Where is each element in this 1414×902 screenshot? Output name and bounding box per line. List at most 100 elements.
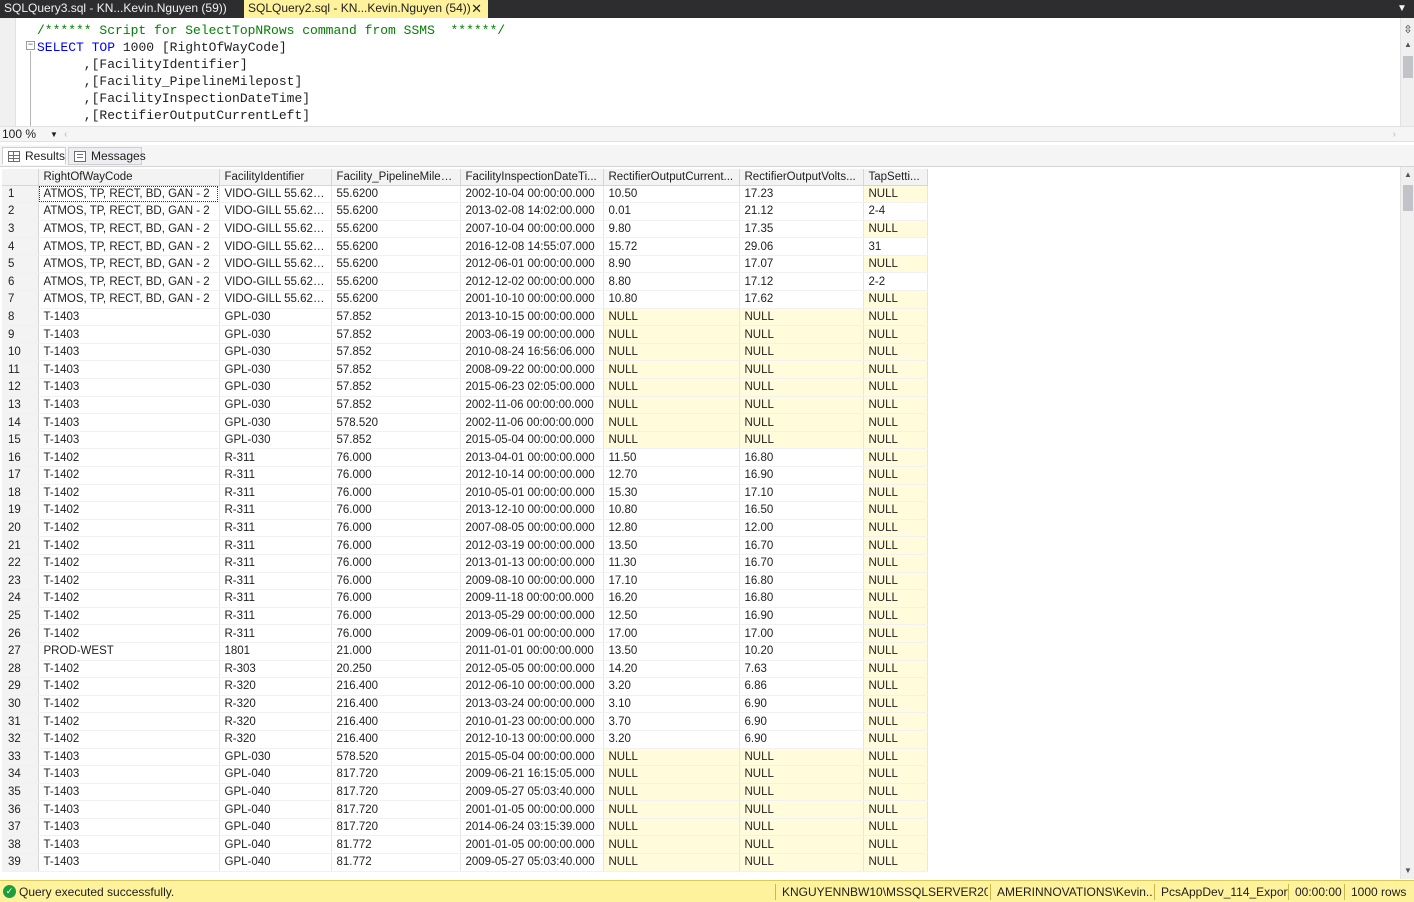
grid-cell[interactable]: T-1402 xyxy=(38,484,220,503)
row-number[interactable]: 31 xyxy=(2,712,39,731)
grid-cell[interactable]: 20.250 xyxy=(331,660,461,679)
grid-cell[interactable]: R-320 xyxy=(219,677,332,696)
table-row[interactable]: 26 T-1402 R-311 76.000 2009-06-01 00:00:00.0… xyxy=(2,624,928,643)
row-number[interactable]: 9 xyxy=(2,325,39,344)
grid-cell[interactable]: GPL-030 xyxy=(219,308,332,327)
grid-cell[interactable]: 21.000 xyxy=(331,642,461,661)
table-row[interactable]: 8 T-1403 GPL-030 57.852 2013-10-15 00:00:00.… xyxy=(2,308,928,327)
grid-cell[interactable]: 57.852 xyxy=(331,378,461,397)
grid-cell[interactable]: NULL xyxy=(739,431,864,450)
grid-cell[interactable]: R-311 xyxy=(219,501,332,520)
grid-cell[interactable]: 16.80 xyxy=(739,589,864,608)
row-number[interactable]: 30 xyxy=(2,695,39,714)
results-grid[interactable]: RightOfWayCode FacilityIdentifier Facility… xyxy=(0,166,1414,880)
grid-cell[interactable]: NULL xyxy=(739,818,864,837)
grid-cell[interactable]: GPL-030 xyxy=(219,343,332,362)
grid-cell[interactable]: 216.400 xyxy=(331,695,461,714)
scroll-thumb[interactable] xyxy=(1403,185,1413,211)
grid-cell[interactable]: 2015-05-04 00:00:00.000 xyxy=(460,431,604,450)
tab-results[interactable]: Results xyxy=(2,147,66,165)
grid-cell[interactable]: NULL xyxy=(739,343,864,362)
grid-cell[interactable]: GPL-030 xyxy=(219,378,332,397)
table-row[interactable]: 35 T-1403 GPL-040 817.720 2009-05-27 05:03:4… xyxy=(2,783,928,802)
scroll-up-icon[interactable]: ▲ xyxy=(1401,169,1414,181)
grid-cell[interactable]: 55.6200 xyxy=(331,185,461,204)
grid-cell[interactable]: 2009-11-18 00:00:00.000 xyxy=(460,589,604,608)
row-number[interactable]: 28 xyxy=(2,660,39,679)
grid-cell[interactable]: NULL xyxy=(863,607,928,626)
grid-cell[interactable]: T-1402 xyxy=(38,624,220,643)
grid-cell[interactable]: 16.50 xyxy=(739,501,864,520)
scroll-right-icon[interactable]: › xyxy=(1393,127,1396,142)
grid-cell[interactable]: 2012-10-13 00:00:00.000 xyxy=(460,730,604,749)
grid-cell[interactable]: NULL xyxy=(863,554,928,573)
grid-cell[interactable]: T-1403 xyxy=(38,343,220,362)
grid-cell[interactable]: 2012-06-01 00:00:00.000 xyxy=(460,255,604,274)
grid-cell[interactable]: 17.00 xyxy=(739,624,864,643)
grid-cell[interactable]: T-1403 xyxy=(38,783,220,802)
grid-cell[interactable]: T-1402 xyxy=(38,572,220,591)
tab-messages[interactable]: Messages xyxy=(68,147,146,165)
grid-cell[interactable]: 15.72 xyxy=(603,237,740,256)
grid-cell[interactable]: 12.00 xyxy=(739,519,864,538)
grid-cell[interactable]: GPL-040 xyxy=(219,853,332,872)
grid-cell[interactable]: NULL xyxy=(863,484,928,503)
table-row[interactable]: 14 T-1403 GPL-030 578.520 2002-11-06 00:00:0… xyxy=(2,413,928,432)
grid-cell[interactable]: R-311 xyxy=(219,536,332,555)
grid-cell[interactable]: 10.80 xyxy=(603,501,740,520)
grid-cell[interactable]: 16.20 xyxy=(603,589,740,608)
row-number[interactable]: 38 xyxy=(2,835,39,855)
grid-cell[interactable]: 817.720 xyxy=(331,765,461,784)
grid-cell[interactable]: 817.720 xyxy=(331,800,461,819)
grid-cell[interactable]: 2-2 xyxy=(863,272,928,292)
grid-cell[interactable]: 16.70 xyxy=(739,536,864,555)
grid-cell[interactable]: 55.6200 xyxy=(331,237,461,256)
grid-cell[interactable]: T-1402 xyxy=(38,695,220,714)
table-row[interactable]: 6 ATMOS, TP, RECT, BD, GAN - 2 VIDO-GILL 5… xyxy=(2,272,928,292)
grid-cell[interactable]: 10.20 xyxy=(739,642,864,661)
table-row[interactable]: 38 T-1403 GPL-040 81.772 2001-01-05 00:00:00… xyxy=(2,835,928,855)
grid-cell[interactable]: 81.772 xyxy=(331,835,461,855)
grid-cell[interactable]: 2014-06-24 03:15:39.000 xyxy=(460,818,604,837)
scroll-thumb[interactable] xyxy=(1403,56,1413,78)
grid-cell[interactable]: 15.30 xyxy=(603,484,740,503)
grid-cell[interactable]: 17.10 xyxy=(603,572,740,591)
grid-cell[interactable]: 3.20 xyxy=(603,730,740,749)
grid-cell[interactable]: 2008-09-22 00:00:00.000 xyxy=(460,360,604,380)
grid-cell[interactable]: 17.07 xyxy=(739,255,864,274)
grid-cell[interactable]: 13.50 xyxy=(603,536,740,555)
grid-cell[interactable]: 55.6200 xyxy=(331,202,461,221)
grid-cell[interactable]: R-311 xyxy=(219,572,332,591)
grid-cell[interactable]: GPL-030 xyxy=(219,325,332,344)
row-number[interactable]: 2 xyxy=(2,202,39,221)
table-row[interactable]: 16 T-1402 R-311 76.000 2013-04-01 00:00:00.0… xyxy=(2,448,928,467)
table-row[interactable]: 23 T-1402 R-311 76.000 2009-08-10 00:00:00.0… xyxy=(2,572,928,591)
grid-cell[interactable]: 29.06 xyxy=(739,237,864,256)
grid-cell[interactable]: NULL xyxy=(863,536,928,555)
grid-cell[interactable]: NULL xyxy=(863,695,928,714)
grid-cell[interactable]: NULL xyxy=(739,325,864,344)
grid-cell[interactable]: T-1403 xyxy=(38,325,220,344)
grid-cell[interactable]: 2013-05-29 00:00:00.000 xyxy=(460,607,604,626)
grid-cell[interactable]: 216.400 xyxy=(331,712,461,731)
row-number[interactable]: 10 xyxy=(2,343,39,362)
grid-cell[interactable]: NULL xyxy=(863,255,928,274)
grid-cell[interactable]: NULL xyxy=(863,501,928,520)
grid-cell[interactable]: NULL xyxy=(739,835,864,855)
grid-cell[interactable]: NULL xyxy=(603,308,740,327)
column-header[interactable]: TapSetti... xyxy=(863,169,928,186)
grid-cell[interactable]: 13.50 xyxy=(603,642,740,661)
row-number[interactable]: 17 xyxy=(2,466,39,485)
grid-cell[interactable]: 0.01 xyxy=(603,202,740,221)
grid-cell[interactable]: 11.30 xyxy=(603,554,740,573)
grid-cell[interactable]: GPL-040 xyxy=(219,765,332,784)
grid-cell[interactable]: 2002-11-06 00:00:00.000 xyxy=(460,413,604,432)
grid-cell[interactable]: NULL xyxy=(739,748,864,767)
grid-cell[interactable]: R-311 xyxy=(219,624,332,643)
grid-cell[interactable]: 2013-03-24 00:00:00.000 xyxy=(460,695,604,714)
grid-cell[interactable]: 2007-10-04 00:00:00.000 xyxy=(460,220,604,239)
row-number[interactable]: 3 xyxy=(2,220,39,239)
zoom-select[interactable]: 100 % ▼ xyxy=(2,127,62,142)
editor-scrollbar[interactable]: ⇳ ▲ xyxy=(1400,18,1414,126)
grid-cell[interactable]: 3.20 xyxy=(603,677,740,696)
